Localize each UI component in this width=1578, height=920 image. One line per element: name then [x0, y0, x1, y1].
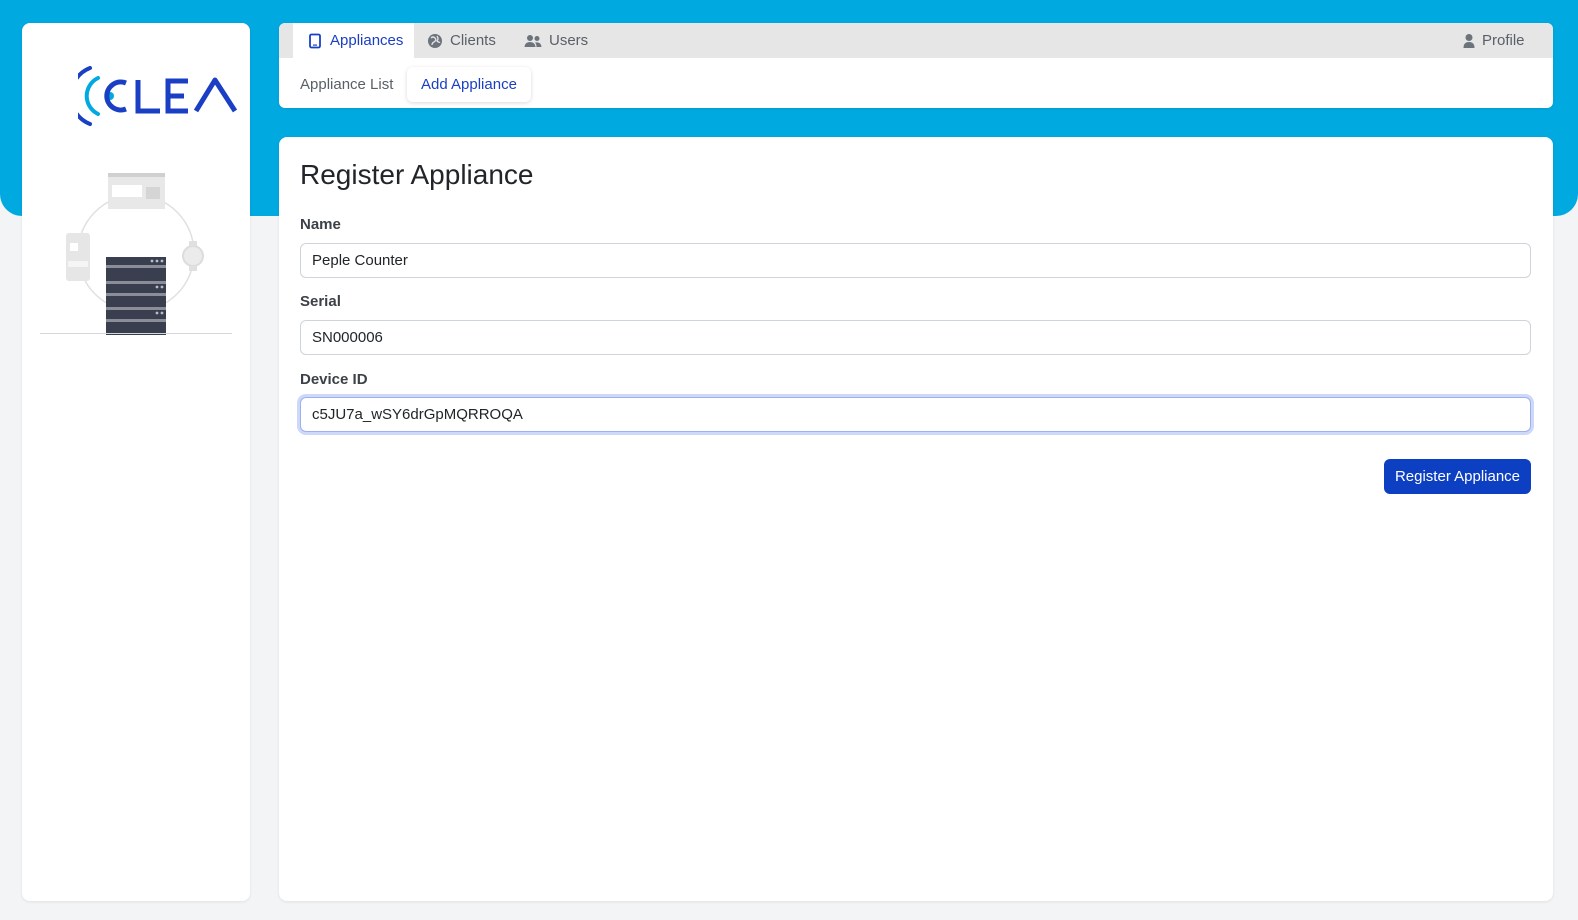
sidebar	[22, 23, 250, 901]
tab-users-label: Users	[549, 32, 589, 49]
profile-link[interactable]: Profile	[1463, 23, 1525, 58]
name-input[interactable]	[300, 243, 1531, 278]
subnav-appliance-list[interactable]: Appliance List	[286, 67, 407, 102]
appliance-illustration	[66, 173, 204, 335]
page-title: Register Appliance	[300, 159, 534, 190]
tab-clients-label: Clients	[450, 32, 496, 49]
register-appliance-button[interactable]: Register Appliance	[1384, 459, 1531, 494]
subnav-add-appliance-label: Add Appliance	[421, 76, 517, 93]
subnav-add-appliance[interactable]: Add Appliance	[407, 67, 531, 102]
profile-label: Profile	[1482, 32, 1525, 49]
users-icon	[524, 33, 542, 49]
serial-input[interactable]	[300, 320, 1531, 355]
serial-label: Serial	[300, 293, 341, 310]
top-navigation: Appliances Clients Users Profile Applian…	[279, 23, 1553, 108]
globe-icon	[427, 33, 443, 49]
clea-logo	[78, 66, 238, 126]
device-id-input[interactable]	[300, 397, 1531, 432]
name-label: Name	[300, 216, 341, 233]
tab-clients[interactable]: Clients	[427, 23, 496, 58]
register-appliance-card: Register Appliance Name Serial Device ID…	[279, 137, 1553, 901]
tab-users[interactable]: Users	[524, 23, 588, 58]
tablet-icon	[307, 33, 323, 49]
device-id-label: Device ID	[300, 371, 368, 388]
sidebar-divider	[40, 333, 232, 334]
tab-appliances-label: Appliances	[330, 32, 404, 49]
tab-appliances[interactable]: Appliances	[293, 23, 414, 58]
subnav-appliance-list-label: Appliance List	[300, 76, 394, 93]
user-icon	[1463, 33, 1475, 49]
